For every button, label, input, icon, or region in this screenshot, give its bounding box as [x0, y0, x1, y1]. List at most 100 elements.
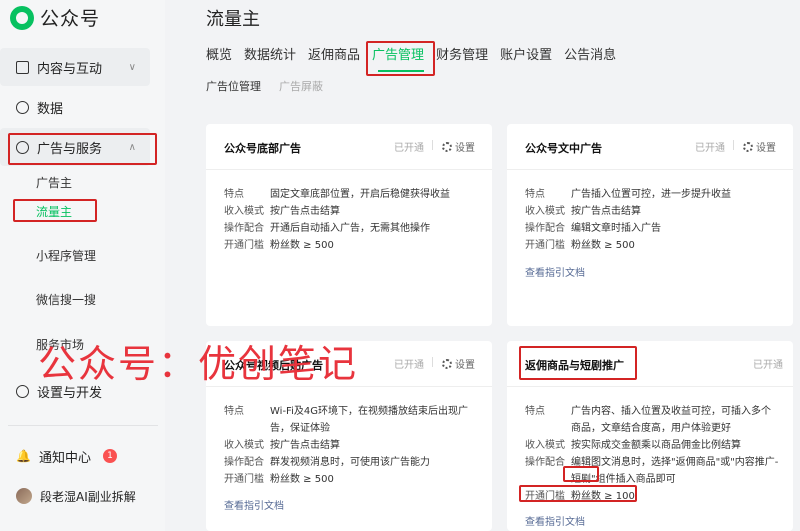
sidebar-group-content[interactable]: 内容与互动 ∨: [0, 48, 150, 86]
detail-value: Wi-Fi及4G环境下，在视频播放结束后出现广告，保证体验: [270, 406, 468, 434]
detail-key: 操作配合: [525, 223, 565, 234]
detail-row: 开通门槛 粉丝数 ≥ 500: [224, 237, 479, 254]
ad-card-inline: 公众号文中广告 已开通 设置 特点 广告插入位置可控，进一步提升收益 收入模式 按广…: [507, 124, 793, 326]
card-divider: [507, 169, 793, 170]
document-icon: [16, 60, 29, 74]
detail-key: 特点: [525, 406, 545, 417]
bell-icon: 🔔: [16, 449, 31, 463]
card-divider: [507, 386, 793, 387]
detail-row: 操作配合 编辑文章时插入广告: [525, 220, 780, 237]
sidebar-notifications[interactable]: 🔔 通知中心 1: [0, 437, 150, 475]
settings-button[interactable]: 设置: [743, 139, 776, 154]
detail-value: 粉丝数 ≥ 500: [571, 240, 635, 251]
sidebar-group-label: 内容与互动: [37, 61, 103, 77]
user-name: 段老湿AI副业拆解: [40, 489, 136, 504]
detail-value: 粉丝数 ≥ 500: [270, 474, 334, 485]
detail-key: 操作配合: [224, 223, 264, 234]
detail-key: 特点: [224, 406, 244, 417]
gear-icon: [442, 358, 452, 369]
detail-value: 粉丝数 ≥ 500: [270, 240, 334, 251]
detail-value: 编辑图文消息时，选择"返佣商品"或"内容推广-短剧"组件插入商品即可: [571, 457, 779, 485]
sidebar-group-label: 数据: [37, 101, 64, 117]
notification-count-badge: 1: [102, 449, 117, 463]
detail-row: 特点 广告插入位置可控，进一步提升收益: [525, 186, 780, 203]
page-title: 流量主: [206, 9, 260, 30]
card-details: 特点 广告插入位置可控，进一步提升收益 收入模式 按广告点击结算 操作配合 编辑文章时…: [525, 186, 780, 254]
card-status: 已开通: [394, 143, 424, 154]
settings-label: 设置: [455, 360, 475, 371]
sub-tabs: 广告位管理 广告屏蔽: [206, 78, 323, 94]
detail-row: 收入模式 按广告点击结算: [224, 437, 474, 454]
detail-value: 按广告点击结算: [270, 440, 340, 451]
detail-value: 按广告点击结算: [270, 206, 340, 217]
guide-doc-link[interactable]: 查看指引文档: [525, 264, 585, 279]
sidebar-user[interactable]: 段老湿AI副业拆解: [0, 477, 150, 515]
tab-statistics[interactable]: 数据统计: [244, 46, 305, 66]
highlight-box: [13, 199, 97, 222]
gear-icon: [16, 384, 29, 398]
sidebar-item-advertiser[interactable]: 广告主: [36, 174, 72, 191]
detail-value: 广告插入位置可控，进一步提升收益: [571, 189, 731, 200]
logo[interactable]: 公众号: [10, 4, 100, 31]
detail-row: 收入模式 按广告点击结算: [525, 203, 780, 220]
detail-key: 收入模式: [224, 206, 264, 217]
card-details: 特点 固定文章底部位置，开启后稳健获得收益 收入模式 按广告点击结算 操作配合 开通后…: [224, 186, 479, 254]
ad-card-bottom: 公众号底部广告 已开通 设置 特点 固定文章底部位置，开启后稳健获得收益 收入模式…: [206, 124, 492, 326]
card-details: 特点 Wi-Fi及4G环境下，在视频播放结束后出现广告，保证体验 收入模式 按广告点…: [224, 403, 474, 488]
tab-account-settings[interactable]: 账户设置: [500, 46, 561, 66]
divider: [733, 140, 734, 150]
notifications-label: 通知中心: [38, 450, 91, 466]
card-status: 已开通: [394, 360, 424, 371]
detail-row: 操作配合 群发视频消息时，可使用该广告能力: [224, 454, 474, 471]
logo-text: 公众号: [40, 8, 101, 30]
highlight-box: [366, 41, 435, 76]
detail-key: 收入模式: [525, 206, 565, 217]
gear-icon: [442, 141, 452, 152]
tab-finance[interactable]: 财务管理: [436, 46, 497, 66]
detail-key: 开通门槛: [525, 240, 565, 251]
tab-announcements[interactable]: 公告消息: [564, 46, 625, 66]
card-divider: [206, 169, 492, 170]
settings-label: 设置: [455, 143, 475, 154]
detail-row: 开通门槛 粉丝数 ≥ 500: [224, 471, 474, 488]
sidebar-item-search[interactable]: 微信搜一搜: [36, 291, 96, 308]
detail-row: 特点 Wi-Fi及4G环境下，在视频播放结束后出现广告，保证体验: [224, 403, 474, 437]
detail-value: 广告内容、插入位置及收益可控，可插入多个商品，文章结合度高，用户体验更好: [571, 406, 771, 434]
detail-key: 特点: [224, 189, 244, 200]
detail-key: 特点: [525, 189, 545, 200]
card-status: 已开通: [753, 360, 783, 371]
highlight-box: [519, 346, 637, 380]
detail-value: 开通后自动插入广告，无需其他操作: [270, 223, 430, 234]
pie-chart-icon: [16, 100, 29, 114]
watermark-text: 公众号：优创笔记: [38, 342, 359, 386]
card-status: 已开通: [695, 143, 725, 154]
detail-value: 编辑文章时插入广告: [571, 223, 661, 234]
tab-commission-goods[interactable]: 返佣商品: [308, 46, 369, 66]
detail-key: 开通门槛: [224, 240, 264, 251]
detail-key: 收入模式: [525, 440, 565, 451]
detail-value: 群发视频消息时，可使用该广告能力: [270, 457, 430, 468]
sidebar-group-data[interactable]: 数据: [0, 88, 150, 126]
detail-key: 操作配合: [224, 457, 264, 468]
detail-row: 收入模式 按实际成交金额乘以商品佣金比例结算: [525, 437, 780, 454]
chevron-down-icon: ∨: [128, 61, 136, 73]
gear-icon: [743, 141, 753, 152]
detail-value: 按广告点击结算: [571, 206, 641, 217]
settings-label: 设置: [756, 143, 776, 154]
detail-value: 按实际成交金额乘以商品佣金比例结算: [571, 440, 741, 451]
subtab-ad-slots[interactable]: 广告位管理: [206, 78, 261, 94]
sidebar-divider: [8, 425, 158, 426]
sidebar-item-miniprogram[interactable]: 小程序管理: [36, 247, 96, 264]
card-title: 公众号文中广告: [525, 142, 602, 155]
highlight-box: [563, 466, 599, 482]
guide-doc-link[interactable]: 查看指引文档: [525, 513, 585, 528]
settings-button[interactable]: 设置: [442, 356, 475, 371]
tab-overview[interactable]: 概览: [206, 46, 241, 66]
detail-row: 特点 固定文章底部位置，开启后稳健获得收益: [224, 186, 479, 203]
detail-row: 操作配合 开通后自动插入广告，无需其他操作: [224, 220, 479, 237]
detail-key: 开通门槛: [224, 474, 264, 485]
settings-button[interactable]: 设置: [442, 139, 475, 154]
highlight-box: [519, 485, 637, 502]
guide-doc-link[interactable]: 查看指引文档: [224, 497, 284, 512]
subtab-ad-block[interactable]: 广告屏蔽: [279, 78, 323, 94]
